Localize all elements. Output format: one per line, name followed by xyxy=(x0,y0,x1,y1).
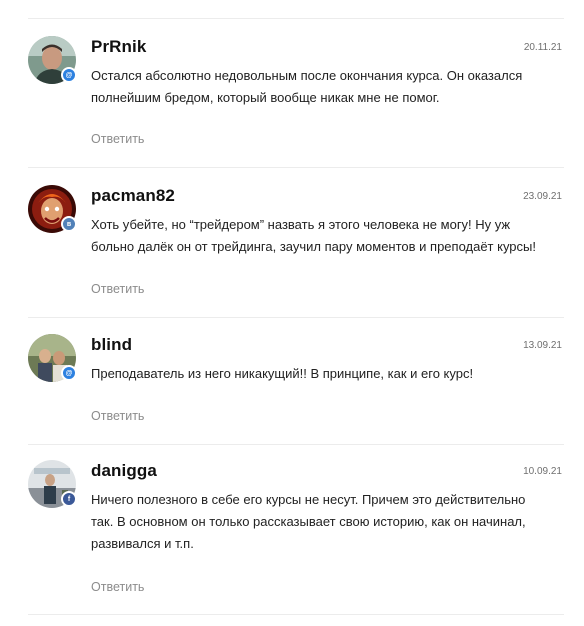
comment-text: Ничего полезного в себе его курсы не нес… xyxy=(91,492,526,551)
reply-link[interactable]: Ответить xyxy=(91,282,144,296)
reply-link[interactable]: Ответить xyxy=(91,132,144,146)
vk-icon: в xyxy=(61,216,77,232)
reply-link[interactable]: Ответить xyxy=(91,580,144,594)
mail-icon: @ xyxy=(61,365,77,381)
comment-author[interactable]: pacman82 xyxy=(91,186,175,206)
comment-author[interactable]: danigga xyxy=(91,461,157,481)
comment-date: 20.11.21 xyxy=(523,42,562,53)
comment-author[interactable]: PrRnik xyxy=(91,37,146,57)
comment-text: Остался абсолютно недовольным после окон… xyxy=(91,68,523,105)
comments-list: @ PrRnik 20.11.21 Остался абсолютно недо… xyxy=(0,0,584,626)
comment-text: Преподаватель из него никакущий!! В прин… xyxy=(91,366,474,381)
comment-date: 23.09.21 xyxy=(523,191,562,202)
comment-author[interactable]: blind xyxy=(91,335,132,355)
avatar[interactable]: @ xyxy=(28,334,77,382)
mail-icon: @ xyxy=(61,67,77,83)
facebook-icon: f xyxy=(61,491,77,507)
avatar[interactable]: @ xyxy=(28,36,77,84)
avatar[interactable]: f xyxy=(28,460,77,508)
comment-date: 10.09.21 xyxy=(523,466,562,477)
avatar[interactable]: в xyxy=(28,185,77,233)
comment-date: 13.09.21 xyxy=(523,340,562,351)
divider xyxy=(28,167,564,168)
comment-text: Хоть убейте, но “трейдером” назвать я эт… xyxy=(91,217,536,254)
divider xyxy=(28,444,564,445)
reply-link[interactable]: Ответить xyxy=(91,409,144,423)
divider xyxy=(28,614,564,615)
divider xyxy=(28,317,564,318)
divider xyxy=(28,18,564,19)
